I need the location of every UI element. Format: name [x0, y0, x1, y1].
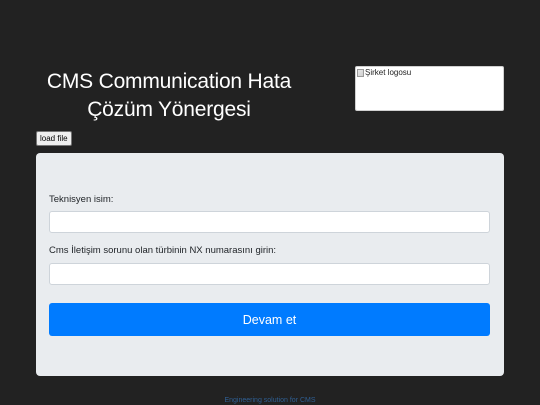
page-title: CMS Communication Hata Çözüm Yönergesi [46, 70, 292, 121]
continue-button[interactable]: Devam et [49, 303, 490, 336]
load-file-button[interactable]: load file [36, 131, 72, 146]
turbine-nx-label: Cms İletişim sorunu olan türbinin NX num… [49, 245, 277, 256]
technician-name-input[interactable] [49, 211, 490, 233]
footer-text: Engineering solution for CMS [224, 397, 316, 404]
company-logo: Şirket logosu [355, 66, 504, 111]
page: CMS Communication Hata Çözüm Yönergesi Ş… [0, 0, 540, 405]
technician-name-label: Teknisyen isim: [49, 194, 114, 205]
form-card: Teknisyen isim: Cms İletişim sorunu olan… [36, 153, 504, 376]
broken-image-placeholder: Şirket logosu [357, 68, 411, 78]
broken-image-icon [357, 69, 364, 77]
turbine-nx-input[interactable] [49, 263, 490, 285]
logo-alt-text: Şirket logosu [365, 68, 412, 77]
